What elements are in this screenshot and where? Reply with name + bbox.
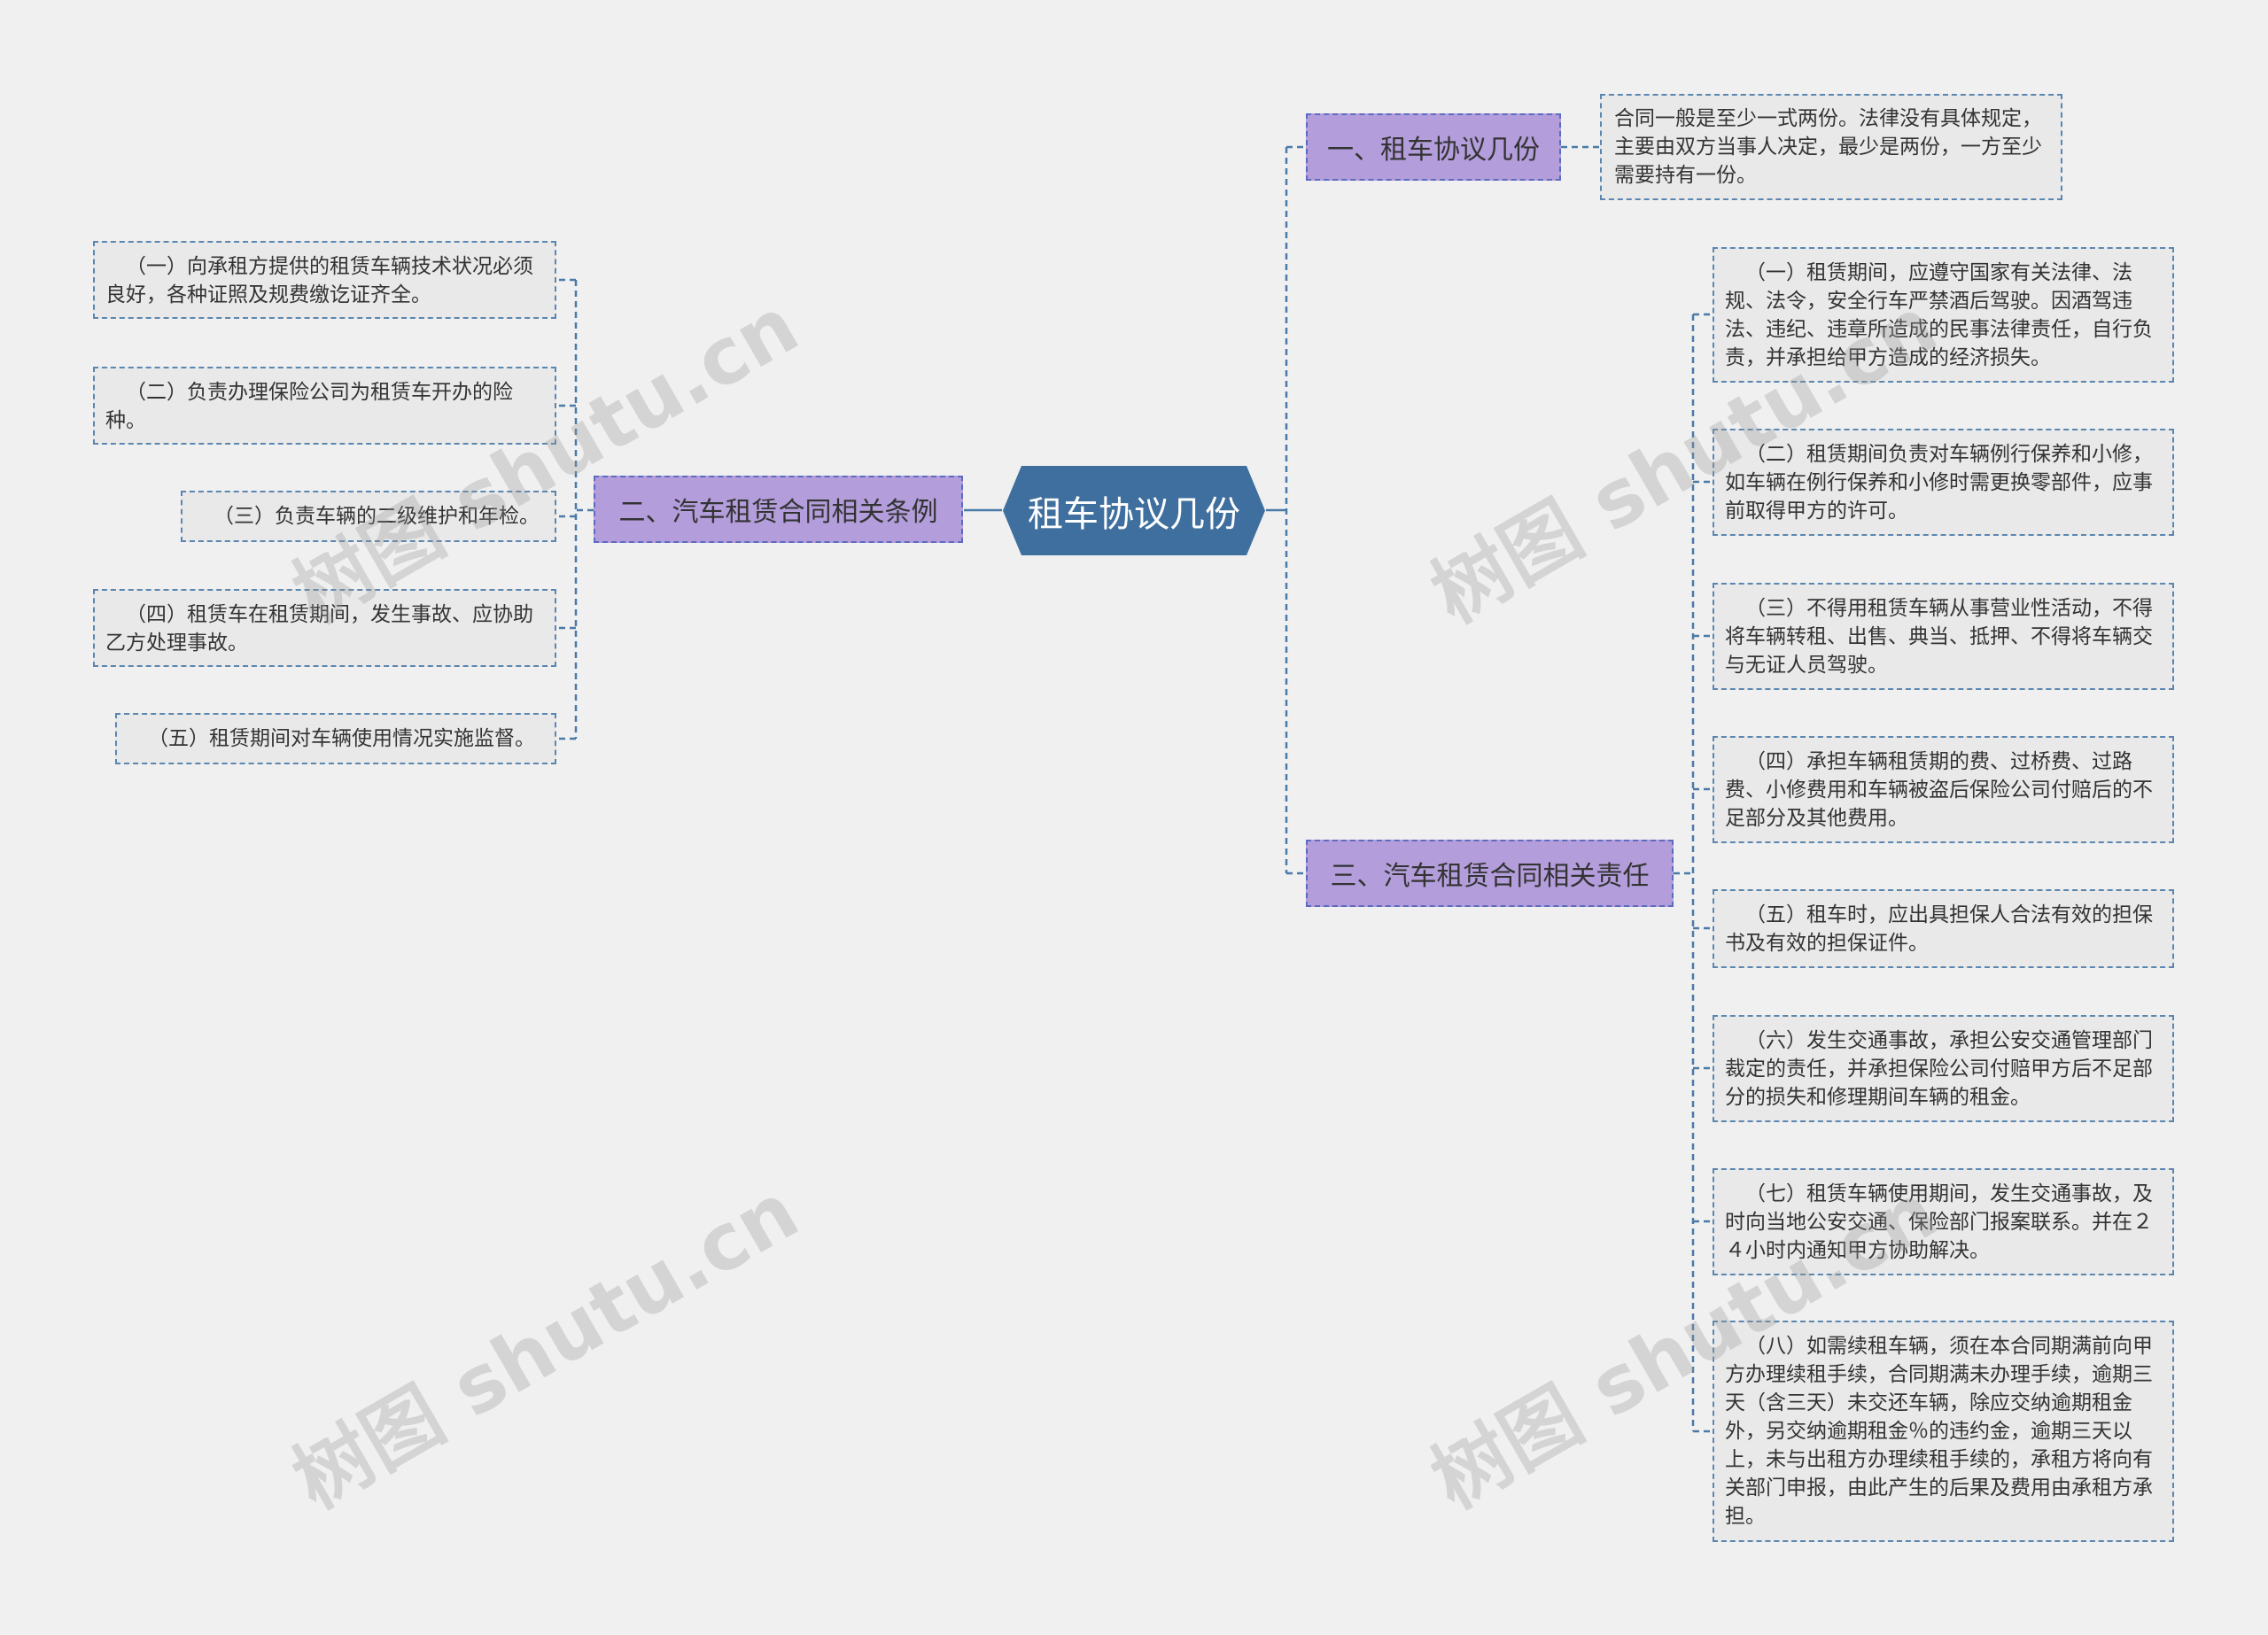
branch-node-2[interactable]: 二、汽车租赁合同相关条例 bbox=[594, 476, 963, 543]
branch-node-1[interactable]: 一、租车协议几份 bbox=[1306, 113, 1561, 181]
leaf-node-3-3[interactable]: （三）不得用租赁车辆从事营业性活动，不得将车辆转租、出售、典当、抵押、不得将车辆… bbox=[1713, 583, 2174, 690]
leaf-node-2-4[interactable]: （四）租赁车在租赁期间，发生事故、应协助乙方处理事故。 bbox=[93, 589, 556, 667]
leaf-node-3-8[interactable]: （八）如需续租车辆，须在本合同期满前向甲方办理续租手续，合同期满未办理手续，逾期… bbox=[1713, 1321, 2174, 1542]
leaf-node-2-2[interactable]: （二）负责办理保险公司为租赁车开办的险种。 bbox=[93, 367, 556, 445]
leaf-node-3-7[interactable]: （七）租赁车辆使用期间，发生交通事故，及时向当地公安交通、保险部门报案联系。并在… bbox=[1713, 1168, 2174, 1275]
leaf-node-3-2[interactable]: （二）租赁期间负责对车辆例行保养和小修，如车辆在例行保养和小修时需更换零部件，应… bbox=[1713, 429, 2174, 536]
leaf-node-1-1[interactable]: 合同一般是至少一式两份。法律没有具体规定，主要由双方当事人决定，最少是两份，一方… bbox=[1600, 94, 2062, 200]
branch-label-3: 三、汽车租赁合同相关责任 bbox=[1330, 861, 1650, 892]
branch-node-3[interactable]: 三、汽车租赁合同相关责任 bbox=[1306, 840, 1674, 907]
root-label: 租车协议几份 bbox=[1028, 493, 1240, 535]
leaf-node-3-6[interactable]: （六）发生交通事故，承担公安交通管理部门裁定的责任，并承担保险公司付赔甲方后不足… bbox=[1713, 1015, 2174, 1122]
leaf-node-3-4[interactable]: （四）承担车辆租赁期的费、过桥费、过路费、小修费用和车辆被盗后保险公司付赔后的不… bbox=[1713, 736, 2174, 843]
root-node[interactable]: 租车协议几份 bbox=[1002, 465, 1266, 556]
leaf-node-2-1[interactable]: （一）向承租方提供的租赁车辆技术状况必须良好，各种证照及规费缴讫证齐全。 bbox=[93, 241, 556, 319]
leaf-node-2-3[interactable]: （三）负责车辆的二级维护和年检。 bbox=[181, 491, 556, 542]
leaf-node-3-1[interactable]: （一）租赁期间，应遵守国家有关法律、法规、法令，安全行车严禁酒后驾驶。因酒驾违法… bbox=[1713, 247, 2174, 383]
branch-label-1: 一、租车协议几份 bbox=[1327, 135, 1540, 166]
leaf-node-2-5[interactable]: （五）租赁期间对车辆使用情况实施监督。 bbox=[115, 713, 556, 764]
leaf-node-3-5[interactable]: （五）租车时，应出具担保人合法有效的担保书及有效的担保证件。 bbox=[1713, 889, 2174, 968]
branch-label-2: 二、汽车租赁合同相关条例 bbox=[618, 497, 938, 528]
